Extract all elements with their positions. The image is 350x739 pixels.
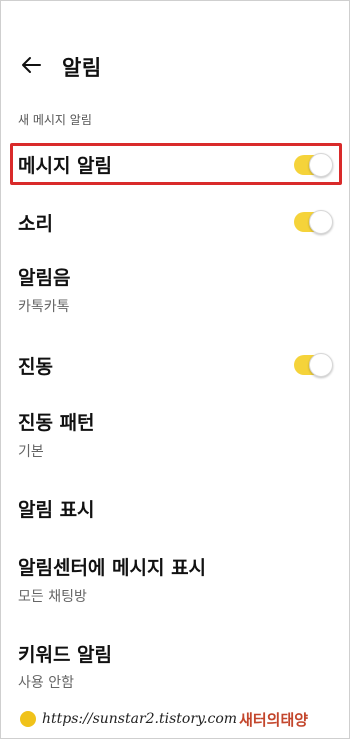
watermark-brand: 새터의태양 [239,710,309,729]
toggle-knob [309,210,333,234]
setting-notification-sound[interactable]: 알림음 카톡카톡 [0,255,350,325]
sound-toggle[interactable] [294,210,333,234]
setting-label: 소리 [18,213,53,235]
setting-vibration[interactable]: 진동 [0,343,350,387]
setting-value: 모든 채팅방 [18,589,87,605]
setting-label: 진동 [18,356,53,378]
arrow-left-icon [22,57,41,73]
vibration-toggle[interactable] [294,353,333,377]
setting-value: 사용 안함 [18,675,74,691]
setting-label: 알림 표시 [18,499,95,521]
setting-label: 키워드 알림 [18,644,113,666]
watermark-url: https://sunstar2.tistory.com [42,711,238,727]
setting-label: 진동 패턴 [18,412,95,434]
section-label: 새 메시지 알림 [18,113,92,127]
setting-notification-display[interactable]: 알림 표시 [0,487,350,531]
setting-vibration-pattern[interactable]: 진동 패턴 기본 [0,400,350,470]
setting-value: 카톡카톡 [18,299,70,315]
highlight-box [10,143,342,185]
setting-sound[interactable]: 소리 [0,200,350,244]
app-header: 알림 [0,40,350,90]
setting-value: 기본 [18,444,44,460]
smiley-icon [20,711,36,727]
page-title: 알림 [62,56,102,80]
setting-notification-center[interactable]: 알림센터에 메시지 표시 모든 채팅방 [0,545,350,615]
watermark: https://sunstar2.tistory.com 새터의태양 [0,699,350,739]
toggle-knob [309,353,333,377]
back-button[interactable] [14,48,48,82]
setting-label: 알림음 [18,267,71,289]
setting-label: 알림센터에 메시지 표시 [18,557,207,579]
